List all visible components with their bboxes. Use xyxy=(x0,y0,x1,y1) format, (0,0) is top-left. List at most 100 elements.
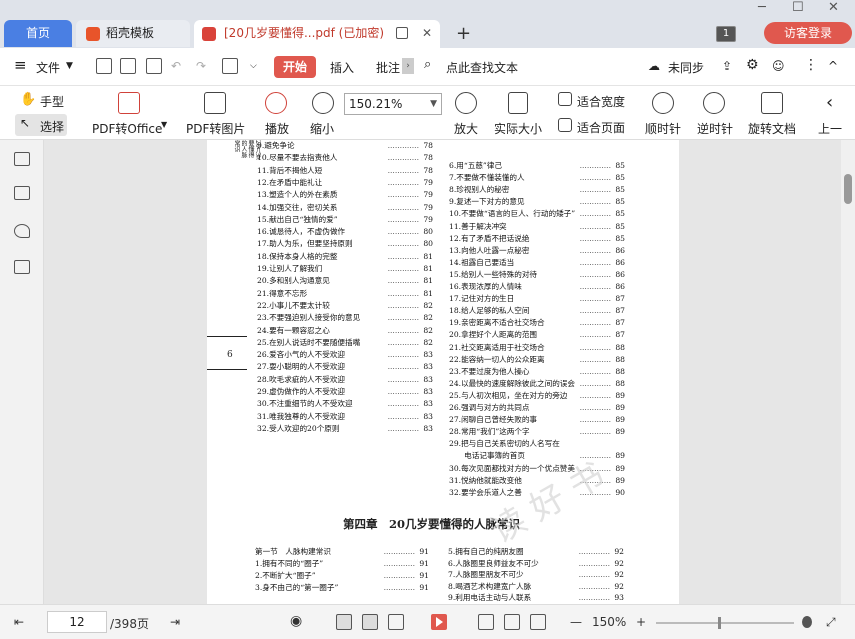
search-icon[interactable]: ⌕ xyxy=(424,57,431,72)
actual-size-status-icon[interactable] xyxy=(478,614,494,630)
share-icon[interactable]: ⇪ xyxy=(722,59,732,73)
toc-entry[interactable]: 22.能容纳一切人的公众距离............. 88 xyxy=(449,355,625,365)
slideshow-play-icon[interactable] xyxy=(431,614,447,630)
zoom-out-status-icon[interactable]: — xyxy=(570,615,582,629)
two-page-view-icon[interactable] xyxy=(388,614,404,630)
toc-entry[interactable]: 18.保持本身人格的完整............. 81 xyxy=(257,252,433,262)
minimize-button[interactable]: ─ xyxy=(758,0,766,15)
restore-button[interactable]: ☐ xyxy=(792,0,804,15)
tab-annotate[interactable]: 批注 xyxy=(376,59,400,76)
settings-gear-icon[interactable]: ⚙ xyxy=(746,57,759,73)
rotate-document-button[interactable]: 旋转文档 xyxy=(748,120,796,137)
toc-entry[interactable]: 27.耍小聪明的人不受欢迎............. 83 xyxy=(257,362,433,372)
toc-entry[interactable]: 2.不断扩大“圈子”............. 91 xyxy=(255,571,429,581)
single-page-view-icon[interactable] xyxy=(336,614,352,630)
toc-entry[interactable]: 27.闲聊自己曾经失败的事............. 89 xyxy=(449,415,625,425)
toc-entry[interactable]: 12.有了矛盾不把话说绝............. 85 xyxy=(449,234,625,244)
toc-entry[interactable]: 16.表现浓厚的人情味............. 86 xyxy=(449,282,625,292)
tab-close-icon[interactable]: ✕ xyxy=(422,20,432,47)
tab-home[interactable]: 首页 xyxy=(4,20,72,47)
toc-entry[interactable]: 11.善于解决冲突............. 85 xyxy=(449,222,625,232)
toc-entry[interactable]: 21.社交距离适用于社交场合............. 88 xyxy=(449,343,625,353)
toc-entry[interactable]: 25.与人初次相见，坐在对方的旁边............. 89 xyxy=(449,391,625,401)
tab-start[interactable]: 开始 xyxy=(274,56,316,78)
toc-entry[interactable]: 10.尽量不要去指责他人............. 78 xyxy=(257,153,433,163)
prev-page-arrow-icon[interactable]: ⇤ xyxy=(14,615,24,629)
more-options-icon[interactable]: ⋮ xyxy=(804,57,818,73)
play-button[interactable]: 播放 xyxy=(265,120,289,137)
zoom-out-button[interactable]: 缩小 xyxy=(310,120,334,137)
toc-entry[interactable]: 24.要有一颗容忍之心............. 82 xyxy=(257,326,433,336)
toc-entry[interactable]: 第一节 人脉构建常识............. 91 xyxy=(255,547,429,557)
hamburger-icon[interactable]: ≡ xyxy=(14,56,27,74)
visitor-login-button[interactable]: 访客登录 xyxy=(764,22,852,44)
thumbnail-image-icon[interactable] xyxy=(14,186,30,200)
rotate-clockwise-button[interactable]: 顺时针 xyxy=(645,120,681,137)
page-number-input[interactable]: 12 xyxy=(47,611,107,633)
toc-entry[interactable]: 11.背后不揭他人短............. 78 xyxy=(257,166,433,176)
fit-page-status-icon[interactable] xyxy=(504,614,520,630)
toc-entry[interactable]: 23.不要强迫别人接受你的意见............. 82 xyxy=(257,313,433,323)
chevron-down-icon[interactable]: ▼ xyxy=(66,61,73,71)
document-viewport[interactable]: 20几岁要懂得的人脉常识 6 9.避免争论............. 78 10.尽… xyxy=(44,140,855,604)
fit-width-button[interactable]: 适合宽度 xyxy=(577,93,625,110)
cloud-sync-icon[interactable]: ☁ xyxy=(648,59,660,73)
previous-page-button[interactable]: 上一 xyxy=(818,120,842,137)
scrollbar-thumb[interactable] xyxy=(844,174,852,204)
toc-entry[interactable]: 22.小事儿不要太计较............. 82 xyxy=(257,301,433,311)
open-folder-icon[interactable] xyxy=(96,58,112,74)
pdf-to-office-chevron-icon[interactable]: ▼ xyxy=(161,120,167,129)
outline-list-icon[interactable] xyxy=(14,152,30,166)
export-icon[interactable] xyxy=(222,58,238,74)
pdf-to-image-button[interactable]: PDF转图片 xyxy=(186,120,245,137)
vertical-scrollbar[interactable] xyxy=(841,140,855,604)
toc-entry[interactable]: 13.塑造个人的外在素质............. 79 xyxy=(257,190,433,200)
toc-entry[interactable]: 29.虚伪做作的人不受欢迎............. 83 xyxy=(257,387,433,397)
toc-entry[interactable]: 31.唯我独尊的人不受欢迎............. 83 xyxy=(257,412,433,422)
toc-entry[interactable]: 25.在别人说话时不要随便插嘴............. 82 xyxy=(257,338,433,348)
sync-status[interactable]: 未同步 xyxy=(668,59,704,76)
toc-entry[interactable]: 7.不要做不懂装懂的人............. 85 xyxy=(449,173,625,183)
zoom-in-button[interactable]: 放大 xyxy=(454,120,478,137)
toc-entry[interactable]: 19.让别人了解我们............. 81 xyxy=(257,264,433,274)
toc-entry[interactable]: 23.不要过度为他人操心............. 88 xyxy=(449,367,625,377)
ribbon-scroll-right-icon[interactable]: › xyxy=(402,58,414,74)
toc-entry[interactable]: 21.得意不忘形............. 81 xyxy=(257,289,433,299)
zoom-slider-handle[interactable] xyxy=(802,616,812,628)
toc-entry[interactable]: 26.强调与对方的共同点............. 89 xyxy=(449,403,625,413)
zoom-in-status-icon[interactable]: + xyxy=(636,615,646,629)
undo-icon[interactable]: ↶ xyxy=(171,59,181,73)
next-page-arrow-icon[interactable]: ⇥ xyxy=(170,615,180,629)
tab-template[interactable]: 稻壳模板 xyxy=(76,20,190,47)
eye-protection-icon[interactable]: ◉ xyxy=(290,613,302,629)
zoom-dropdown-icon[interactable]: ▼ xyxy=(430,94,437,114)
toc-entry[interactable]: 3.身不由己的“第一圈子”............. 91 xyxy=(255,583,429,593)
zoom-level-select[interactable]: 150.21% ▼ xyxy=(344,93,442,115)
attachment-icon[interactable] xyxy=(14,260,30,274)
window-count-badge[interactable]: 1 xyxy=(716,26,736,42)
toc-entry[interactable]: 17.记住对方的生日............. 87 xyxy=(449,294,625,304)
toc-entry[interactable]: 26.爱吝小气的人不受欢迎............. 83 xyxy=(257,350,433,360)
toc-entry[interactable]: 13.向他人吐露一点秘密............. 86 xyxy=(449,246,625,256)
fullscreen-icon[interactable] xyxy=(530,614,546,630)
toc-entry[interactable]: 32.受人欢迎的20个原则............. 83 xyxy=(257,424,433,434)
annotation-pen-icon[interactable] xyxy=(14,224,30,238)
file-menu[interactable]: 文件 xyxy=(36,59,60,76)
toc-entry[interactable]: 9.复述一下对方的意见............. 85 xyxy=(449,197,625,207)
toc-entry[interactable]: 24.以最快的速度解除彼此之间的误会............. 88 xyxy=(449,379,625,389)
toc-entry[interactable]: 14.加强交往，密切关系............. 79 xyxy=(257,203,433,213)
toc-entry[interactable]: 20.多和别人沟通意见............. 81 xyxy=(257,276,433,286)
collapse-ribbon-icon[interactable]: ^ xyxy=(828,59,838,73)
save-icon[interactable] xyxy=(120,58,136,74)
toc-entry[interactable]: 19.亲密距离不适合社交场合............. 87 xyxy=(449,318,625,328)
close-button[interactable]: ✕ xyxy=(828,0,839,15)
toc-entry[interactable]: 20.拿捏好个人距离的范围............. 87 xyxy=(449,330,625,340)
toc-entry[interactable]: 17.助人为乐，但要坚持原则............. 80 xyxy=(257,239,433,249)
tab-pdf-document[interactable]: [20几岁要懂得...pdf (已加密) ✕ xyxy=(194,20,440,48)
toc-entry[interactable]: 1.拥有不同的“圈子”............. 91 xyxy=(255,559,429,569)
toc-entry[interactable]: 18.给人足够的私人空间............. 87 xyxy=(449,306,625,316)
new-tab-button[interactable]: + xyxy=(456,20,471,47)
tab-window-icon[interactable] xyxy=(396,27,408,39)
toc-entry[interactable]: 8.珍视别人的秘密............. 85 xyxy=(449,185,625,195)
fullscreen-expand-icon[interactable]: ⤢ xyxy=(826,615,836,630)
